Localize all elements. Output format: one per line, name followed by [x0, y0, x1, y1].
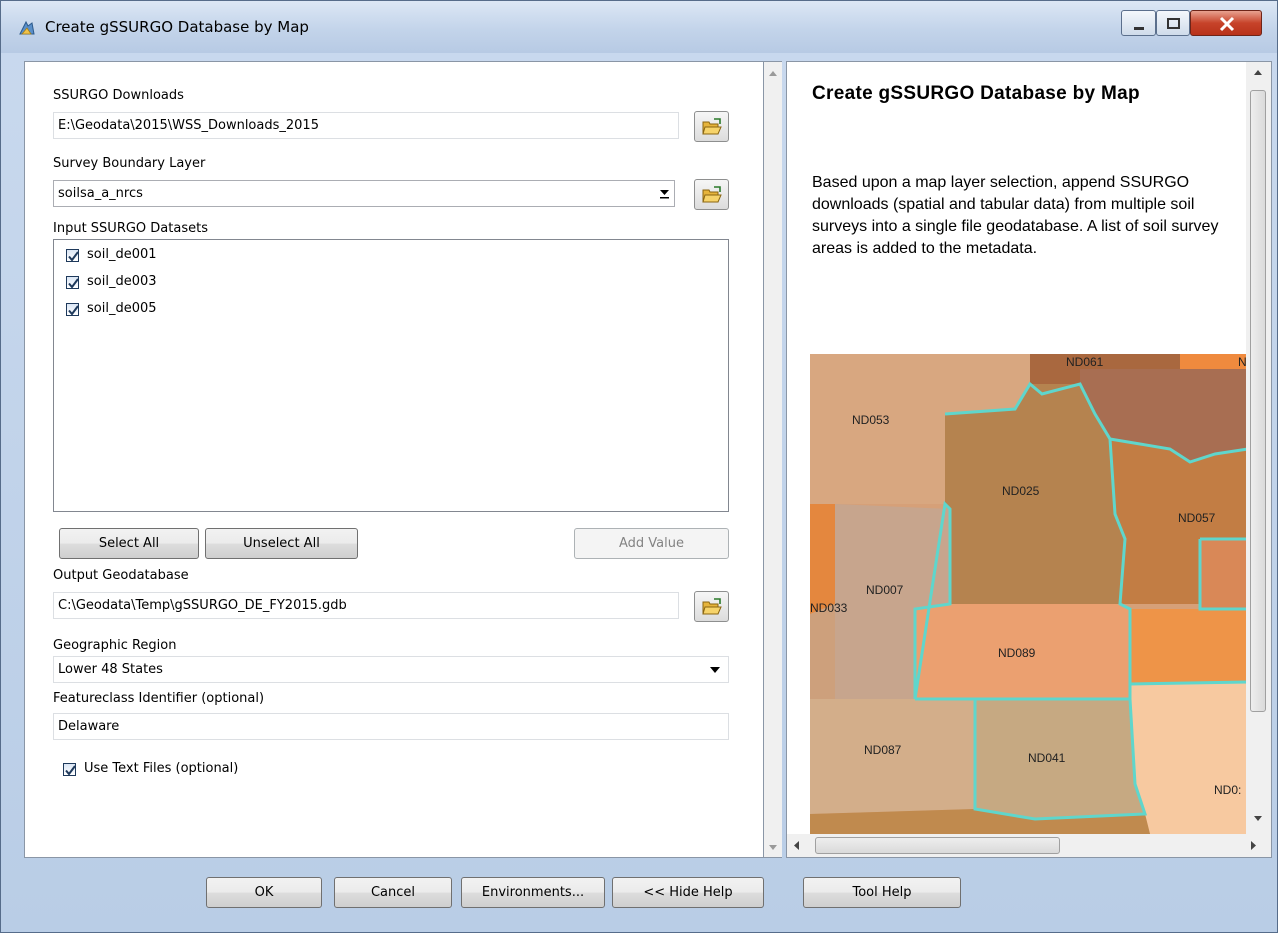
parameters-scrollbar[interactable] — [764, 61, 782, 858]
survey-boundary-select[interactable]: soilsa_a_nrcs — [53, 180, 675, 207]
input-datasets-list[interactable]: soil_de001 soil_de003 soil_de005 — [53, 239, 729, 512]
help-description: Based upon a map layer selection, append… — [812, 174, 1219, 257]
scroll-up-arrow-icon[interactable] — [1246, 62, 1271, 82]
checkmark-icon — [65, 765, 76, 776]
help-vertical-scroll-thumb[interactable] — [1250, 90, 1266, 712]
checkmark-icon — [68, 305, 79, 316]
use-text-files-label: Use Text Files (optional) — [84, 761, 239, 776]
cancel-button[interactable]: Cancel — [334, 877, 452, 908]
ssurgo-downloads-input[interactable]: E:\Geodata\2015\WSS_Downloads_2015 — [53, 112, 679, 139]
survey-boundary-label: Survey Boundary Layer — [53, 156, 206, 171]
list-item-label: soil_de001 — [87, 247, 157, 262]
checkbox[interactable] — [66, 276, 79, 289]
add-value-button[interactable]: Add Value — [574, 528, 729, 559]
geographic-region-select[interactable]: Lower 48 States — [53, 656, 729, 683]
output-geodatabase-input[interactable]: C:\Geodata\Temp\gSSURGO_DE_FY2015.gdb — [53, 592, 679, 619]
map-label: ND089 — [998, 646, 1036, 660]
close-icon — [1219, 16, 1235, 32]
browse-output-geodatabase-button[interactable] — [694, 591, 729, 622]
dropdown-arrow-icon[interactable] — [656, 181, 674, 206]
ssurgo-downloads-label: SSURGO Downloads — [53, 88, 184, 103]
browse-survey-boundary-button[interactable] — [694, 179, 729, 210]
maximize-button[interactable] — [1156, 10, 1190, 36]
dropdown-arrow-icon — [710, 667, 720, 673]
environments-button[interactable]: Environments... — [461, 877, 605, 908]
close-button[interactable] — [1190, 10, 1262, 36]
minimize-button[interactable] — [1121, 10, 1156, 36]
featureclass-identifier-label: Featureclass Identifier (optional) — [53, 691, 265, 706]
map-label: ND061 — [1066, 355, 1104, 369]
help-horizontal-scrollbar[interactable] — [787, 834, 1271, 857]
browse-ssurgo-downloads-button[interactable] — [694, 111, 729, 142]
scroll-left-arrow-icon[interactable] — [787, 834, 807, 857]
open-folder-icon — [702, 598, 722, 615]
minimize-icon — [1134, 27, 1144, 30]
scroll-down-arrow-icon[interactable] — [1246, 808, 1271, 828]
window-title: Create gSSURGO Database by Map — [45, 18, 309, 36]
dialog-window: Create gSSURGO Database by Map SSURGO Do… — [0, 0, 1278, 933]
featureclass-identifier-input[interactable]: Delaware — [53, 713, 729, 740]
output-geodatabase-label: Output Geodatabase — [53, 568, 189, 583]
soil-survey-map: ND061 N ND053 ND025 ND057 ND007 ND033 ND… — [810, 354, 1248, 834]
title-bar[interactable]: Create gSSURGO Database by Map — [1, 1, 1277, 53]
list-item-label: soil_de003 — [87, 274, 157, 289]
use-text-files-checkbox[interactable] — [63, 763, 76, 776]
help-title: Create gSSURGO Database by Map — [812, 83, 1140, 104]
map-label: ND033 — [810, 601, 848, 615]
app-icon — [17, 19, 37, 39]
hide-help-button[interactable]: << Hide Help — [612, 877, 764, 908]
map-label: ND057 — [1178, 511, 1216, 525]
map-label: ND041 — [1028, 751, 1066, 765]
open-folder-icon — [702, 186, 722, 203]
map-label: ND025 — [1002, 484, 1040, 498]
open-folder-icon — [702, 118, 722, 135]
scroll-arrows-icon — [769, 71, 777, 850]
map-label: ND0: — [1214, 783, 1241, 797]
tool-help-button[interactable]: Tool Help — [803, 877, 961, 908]
help-horizontal-scroll-thumb[interactable] — [815, 837, 1060, 854]
checkbox[interactable] — [66, 303, 79, 316]
geographic-region-value: Lower 48 States — [58, 662, 163, 677]
scroll-right-arrow-icon[interactable] — [1243, 834, 1263, 857]
help-vertical-scrollbar[interactable] — [1246, 62, 1271, 838]
input-datasets-label: Input SSURGO Datasets — [53, 221, 208, 236]
map-label: ND087 — [864, 743, 902, 757]
checkmark-icon — [68, 278, 79, 289]
survey-boundary-value: soilsa_a_nrcs — [58, 186, 143, 201]
help-pane: Create gSSURGO Database by Map Based upo… — [786, 61, 1272, 858]
maximize-icon — [1167, 18, 1180, 29]
geographic-region-label: Geographic Region — [53, 638, 177, 653]
checkmark-icon — [68, 251, 79, 262]
unselect-all-button[interactable]: Unselect All — [205, 528, 358, 559]
map-label: ND053 — [852, 413, 890, 427]
checkbox[interactable] — [66, 249, 79, 262]
ok-button[interactable]: OK — [206, 877, 322, 908]
list-item-label: soil_de005 — [87, 301, 157, 316]
map-label: ND007 — [866, 583, 904, 597]
select-all-button[interactable]: Select All — [59, 528, 199, 559]
help-map-image: ND061 N ND053 ND025 ND057 ND007 ND033 ND… — [810, 354, 1248, 834]
